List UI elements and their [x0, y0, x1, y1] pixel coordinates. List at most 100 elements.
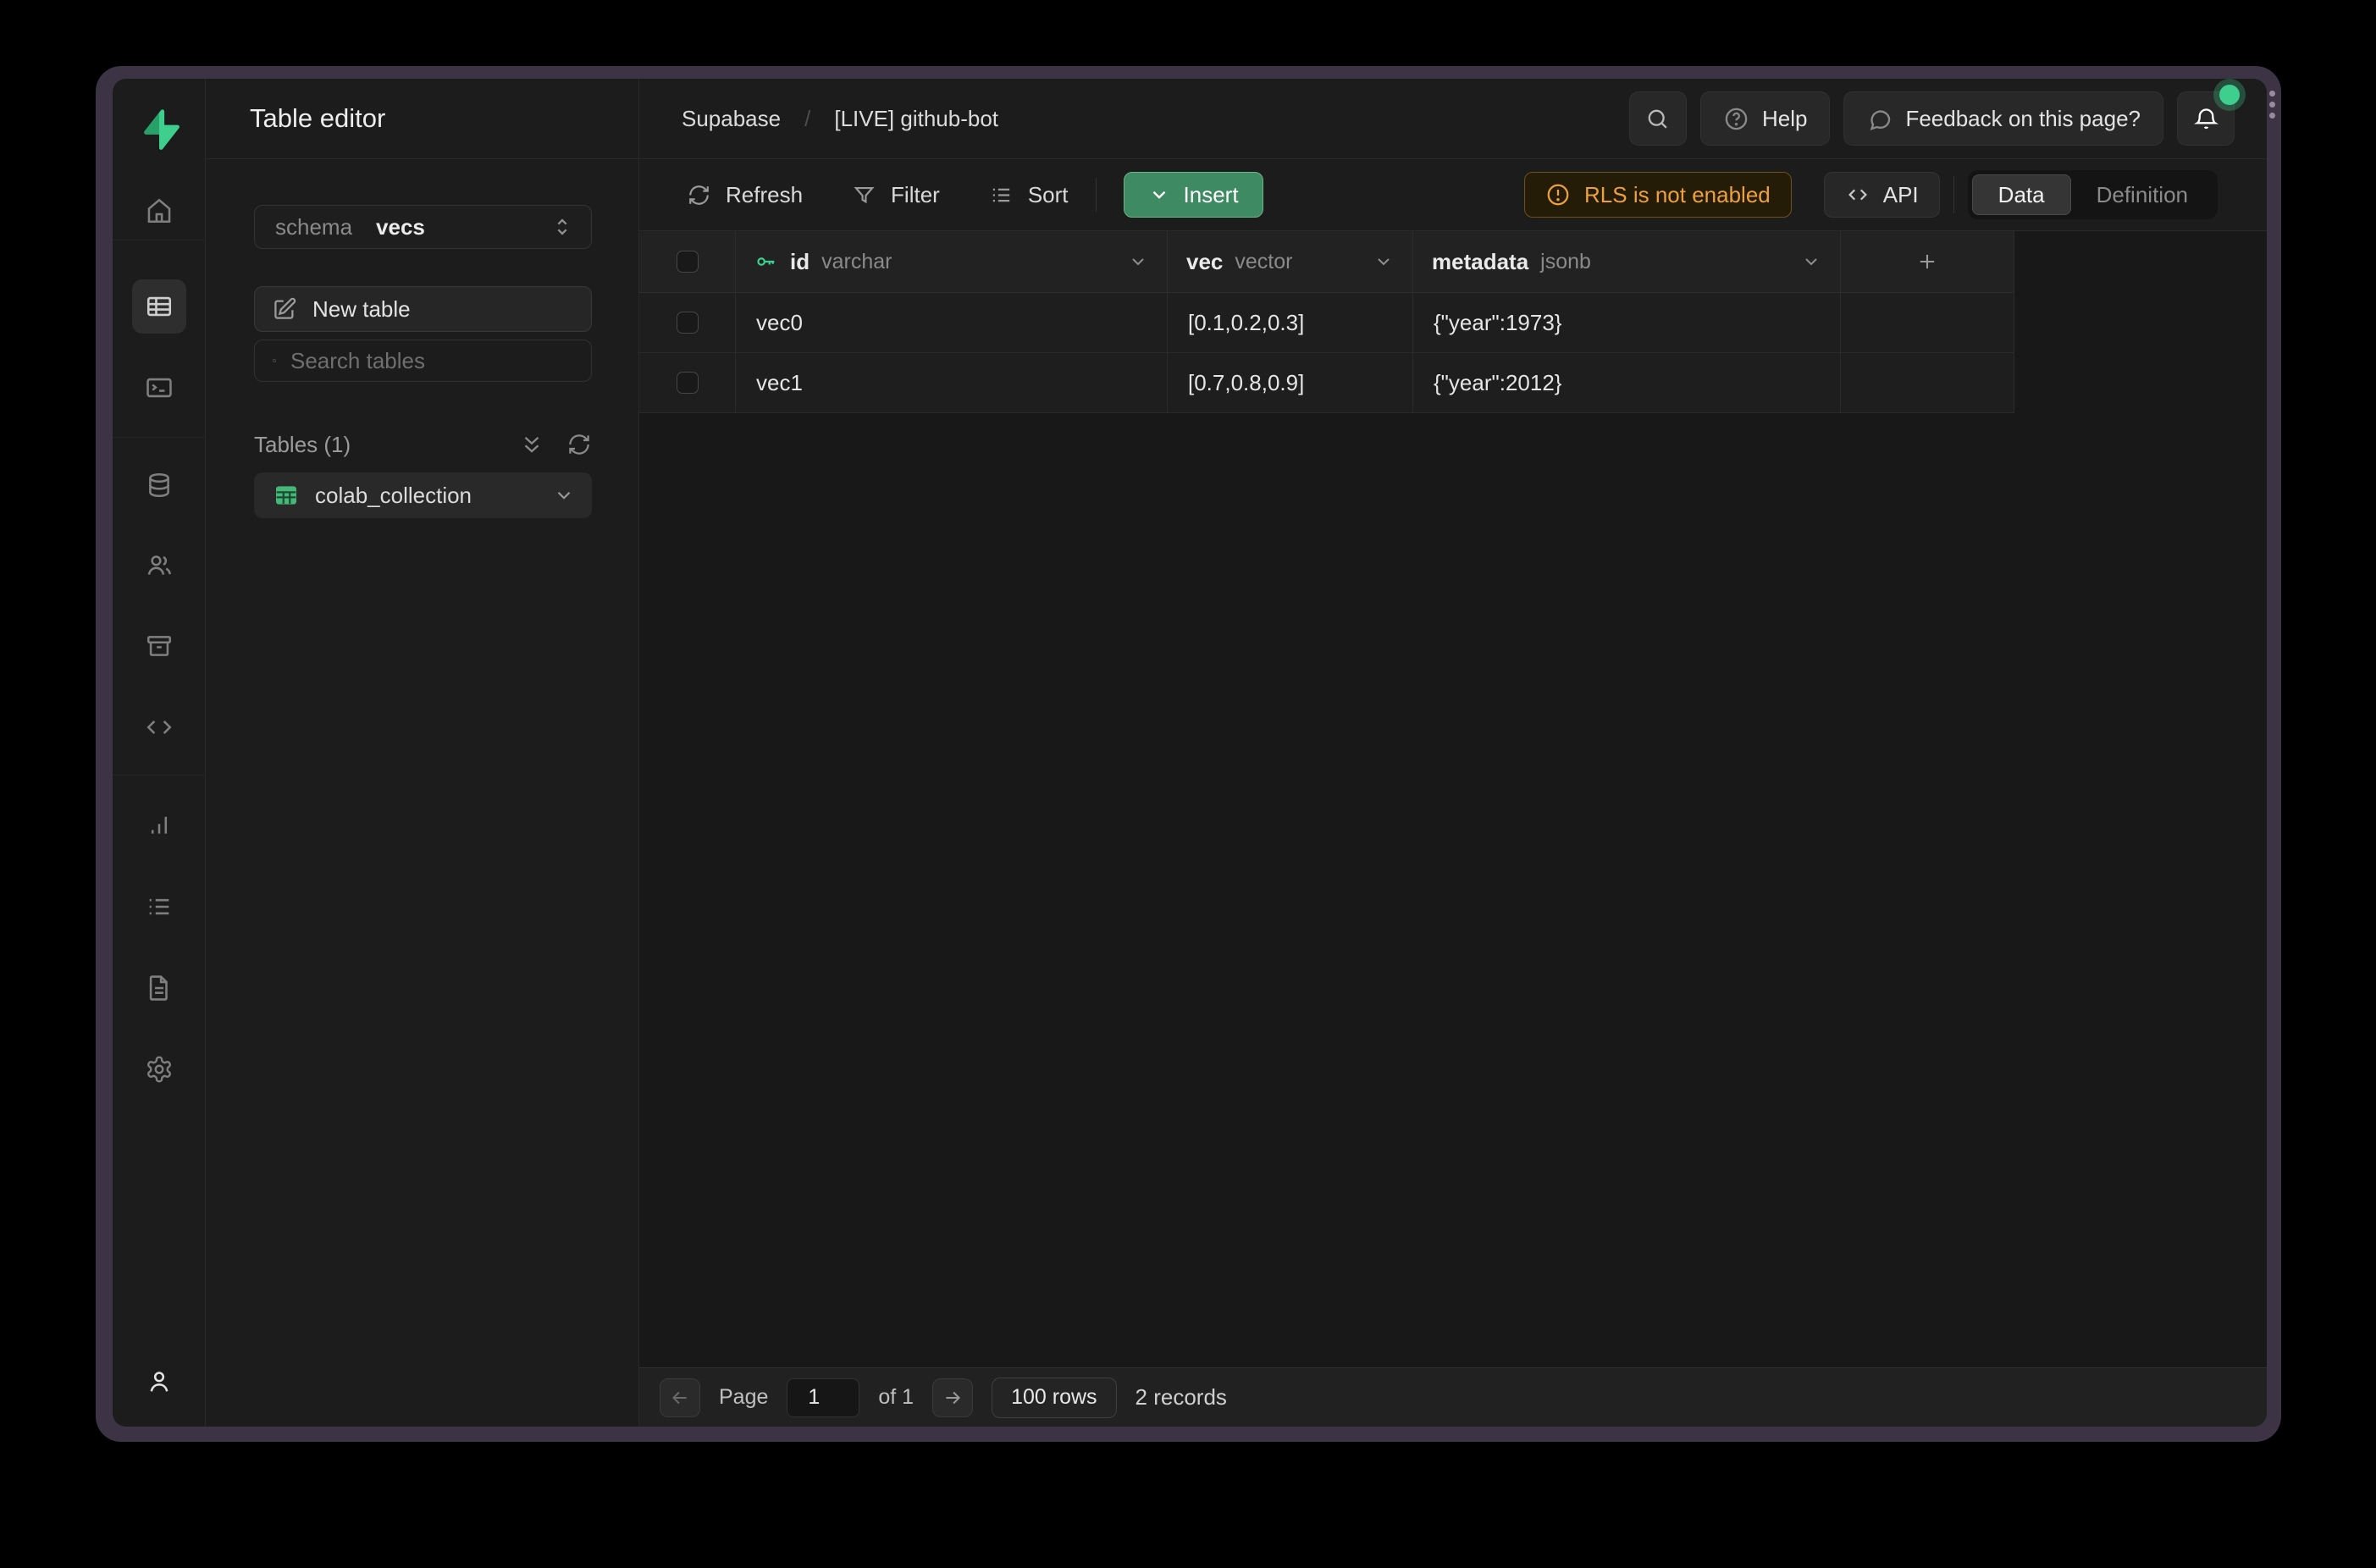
cell-vec[interactable]: [0.7,0.8,0.9] — [1168, 353, 1413, 413]
sidebar-item-colab-collection[interactable]: colab_collection — [254, 472, 592, 518]
page-title: Table editor — [250, 103, 385, 134]
column-name: metadata — [1432, 249, 1528, 275]
cell-empty — [1841, 293, 2014, 353]
schema-label: schema — [275, 214, 352, 240]
search-tables-field[interactable] — [254, 340, 592, 382]
nav-home[interactable] — [132, 184, 186, 238]
chevron-down-icon[interactable] — [1801, 251, 1821, 272]
filter-label: Filter — [891, 182, 940, 208]
profile-button[interactable] — [132, 1355, 186, 1409]
rail-divider — [113, 437, 205, 438]
edit-icon — [272, 296, 297, 322]
search-tables-input[interactable] — [290, 348, 574, 374]
terminal-icon — [145, 373, 174, 402]
nav-storage[interactable] — [132, 619, 186, 673]
tab-definition[interactable]: Definition — [2071, 174, 2213, 215]
collapse-all-icon[interactable] — [519, 432, 544, 457]
row-select-cell — [639, 293, 736, 353]
status-dot — [2219, 85, 2240, 105]
add-column-button[interactable] — [1841, 231, 2014, 293]
nav-logs[interactable] — [132, 880, 186, 934]
refresh-button[interactable]: Refresh — [687, 182, 803, 208]
chevron-down-icon[interactable] — [1373, 251, 1394, 272]
column-header-metadata[interactable]: metadata jsonb — [1413, 231, 1841, 293]
column-type: vector — [1235, 250, 1292, 274]
chevron-down-icon[interactable] — [553, 484, 575, 506]
refresh-icon — [687, 183, 711, 207]
nav-edge-functions[interactable] — [132, 700, 186, 754]
cell-metadata[interactable]: {"year":2012} — [1413, 353, 1841, 413]
row-checkbox[interactable] — [677, 372, 699, 394]
tables-count-label: Tables (1) — [254, 432, 351, 458]
rows-per-page-button[interactable]: 100 rows — [992, 1378, 1116, 1418]
feedback-button[interactable]: Feedback on this page? — [1843, 91, 2163, 146]
cell-id[interactable]: vec1 — [736, 353, 1168, 413]
help-button[interactable]: Help — [1700, 91, 1830, 146]
page-label: Page — [719, 1385, 768, 1410]
grid-toolbar: Refresh Filter Sort — [639, 159, 2267, 231]
bell-icon — [2193, 106, 2219, 132]
cell-id[interactable]: vec0 — [736, 293, 1168, 353]
code-icon — [1845, 182, 1870, 207]
filter-button[interactable]: Filter — [852, 182, 940, 208]
tab-data[interactable]: Data — [1972, 174, 2071, 215]
nav-authentication[interactable] — [132, 538, 186, 593]
breadcrumb-project[interactable]: [LIVE] github-bot — [834, 106, 998, 132]
new-table-label: New table — [312, 296, 411, 323]
table-grid-icon — [273, 482, 300, 509]
nav-sql-editor[interactable] — [132, 361, 186, 415]
breadcrumb-org[interactable]: Supabase — [682, 106, 781, 132]
cell-empty — [1841, 353, 2014, 413]
column-name: vec — [1186, 249, 1223, 275]
top-bar: Table editor Supabase / [LIVE] github-bo… — [206, 79, 2267, 159]
refresh-icon[interactable] — [566, 432, 592, 457]
chevron-down-icon — [1148, 184, 1170, 206]
search-button[interactable] — [1629, 91, 1687, 146]
table-item-label: colab_collection — [315, 483, 472, 509]
view-tabs: Data Definition — [1968, 170, 2218, 219]
insert-button[interactable]: Insert — [1124, 172, 1263, 218]
help-icon — [1723, 106, 1749, 132]
nav-settings[interactable] — [132, 1042, 186, 1096]
window-drag-handle[interactable] — [2267, 91, 2277, 119]
rls-warning-button[interactable]: RLS is not enabled — [1524, 172, 1792, 218]
breadcrumb: Supabase / [LIVE] github-bot — [682, 106, 998, 132]
nav-docs[interactable] — [132, 961, 186, 1015]
nav-reports[interactable] — [132, 798, 186, 852]
sort-button[interactable]: Sort — [989, 182, 1069, 208]
page-number-input[interactable] — [787, 1378, 859, 1417]
select-all-checkbox[interactable] — [677, 251, 699, 273]
row-select-cell — [639, 353, 736, 413]
app-window: Table editor Supabase / [LIVE] github-bo… — [96, 66, 2281, 1442]
rows-per-page-label: 100 rows — [1011, 1385, 1097, 1410]
nav-table-editor[interactable] — [132, 279, 186, 334]
users-icon — [145, 551, 174, 580]
schema-select[interactable]: schema vecs — [254, 205, 592, 249]
supabase-app: Table editor Supabase / [LIVE] github-bo… — [113, 79, 2267, 1427]
column-type: varchar — [821, 250, 892, 274]
desktop-background: Table editor Supabase / [LIVE] github-bo… — [0, 0, 2376, 1568]
row-checkbox[interactable] — [677, 312, 699, 334]
column-header-id[interactable]: id varchar — [736, 231, 1168, 293]
cell-vec[interactable]: [0.1,0.2,0.3] — [1168, 293, 1413, 353]
refresh-label: Refresh — [726, 182, 803, 208]
table-sidebar: schema vecs New table — [206, 159, 639, 1427]
file-icon — [145, 974, 174, 1002]
table-editor-icon — [145, 292, 174, 321]
toolbar-divider — [1953, 176, 1954, 213]
arrow-right-icon — [942, 1387, 964, 1409]
prev-page-button[interactable] — [660, 1378, 700, 1417]
next-page-button[interactable] — [932, 1378, 973, 1417]
column-header-vec[interactable]: vec vector — [1168, 231, 1413, 293]
home-icon — [145, 196, 174, 225]
supabase-logo-icon[interactable] — [136, 79, 182, 158]
api-button[interactable]: API — [1824, 172, 1940, 218]
cell-metadata[interactable]: {"year":1973} — [1413, 293, 1841, 353]
chevron-down-icon[interactable] — [1128, 251, 1148, 272]
plus-icon — [1915, 250, 1939, 273]
new-table-button[interactable]: New table — [254, 286, 592, 332]
search-icon — [272, 349, 277, 373]
nav-database[interactable] — [132, 458, 186, 512]
api-label: API — [1883, 182, 1919, 208]
sort-icon — [989, 183, 1014, 207]
